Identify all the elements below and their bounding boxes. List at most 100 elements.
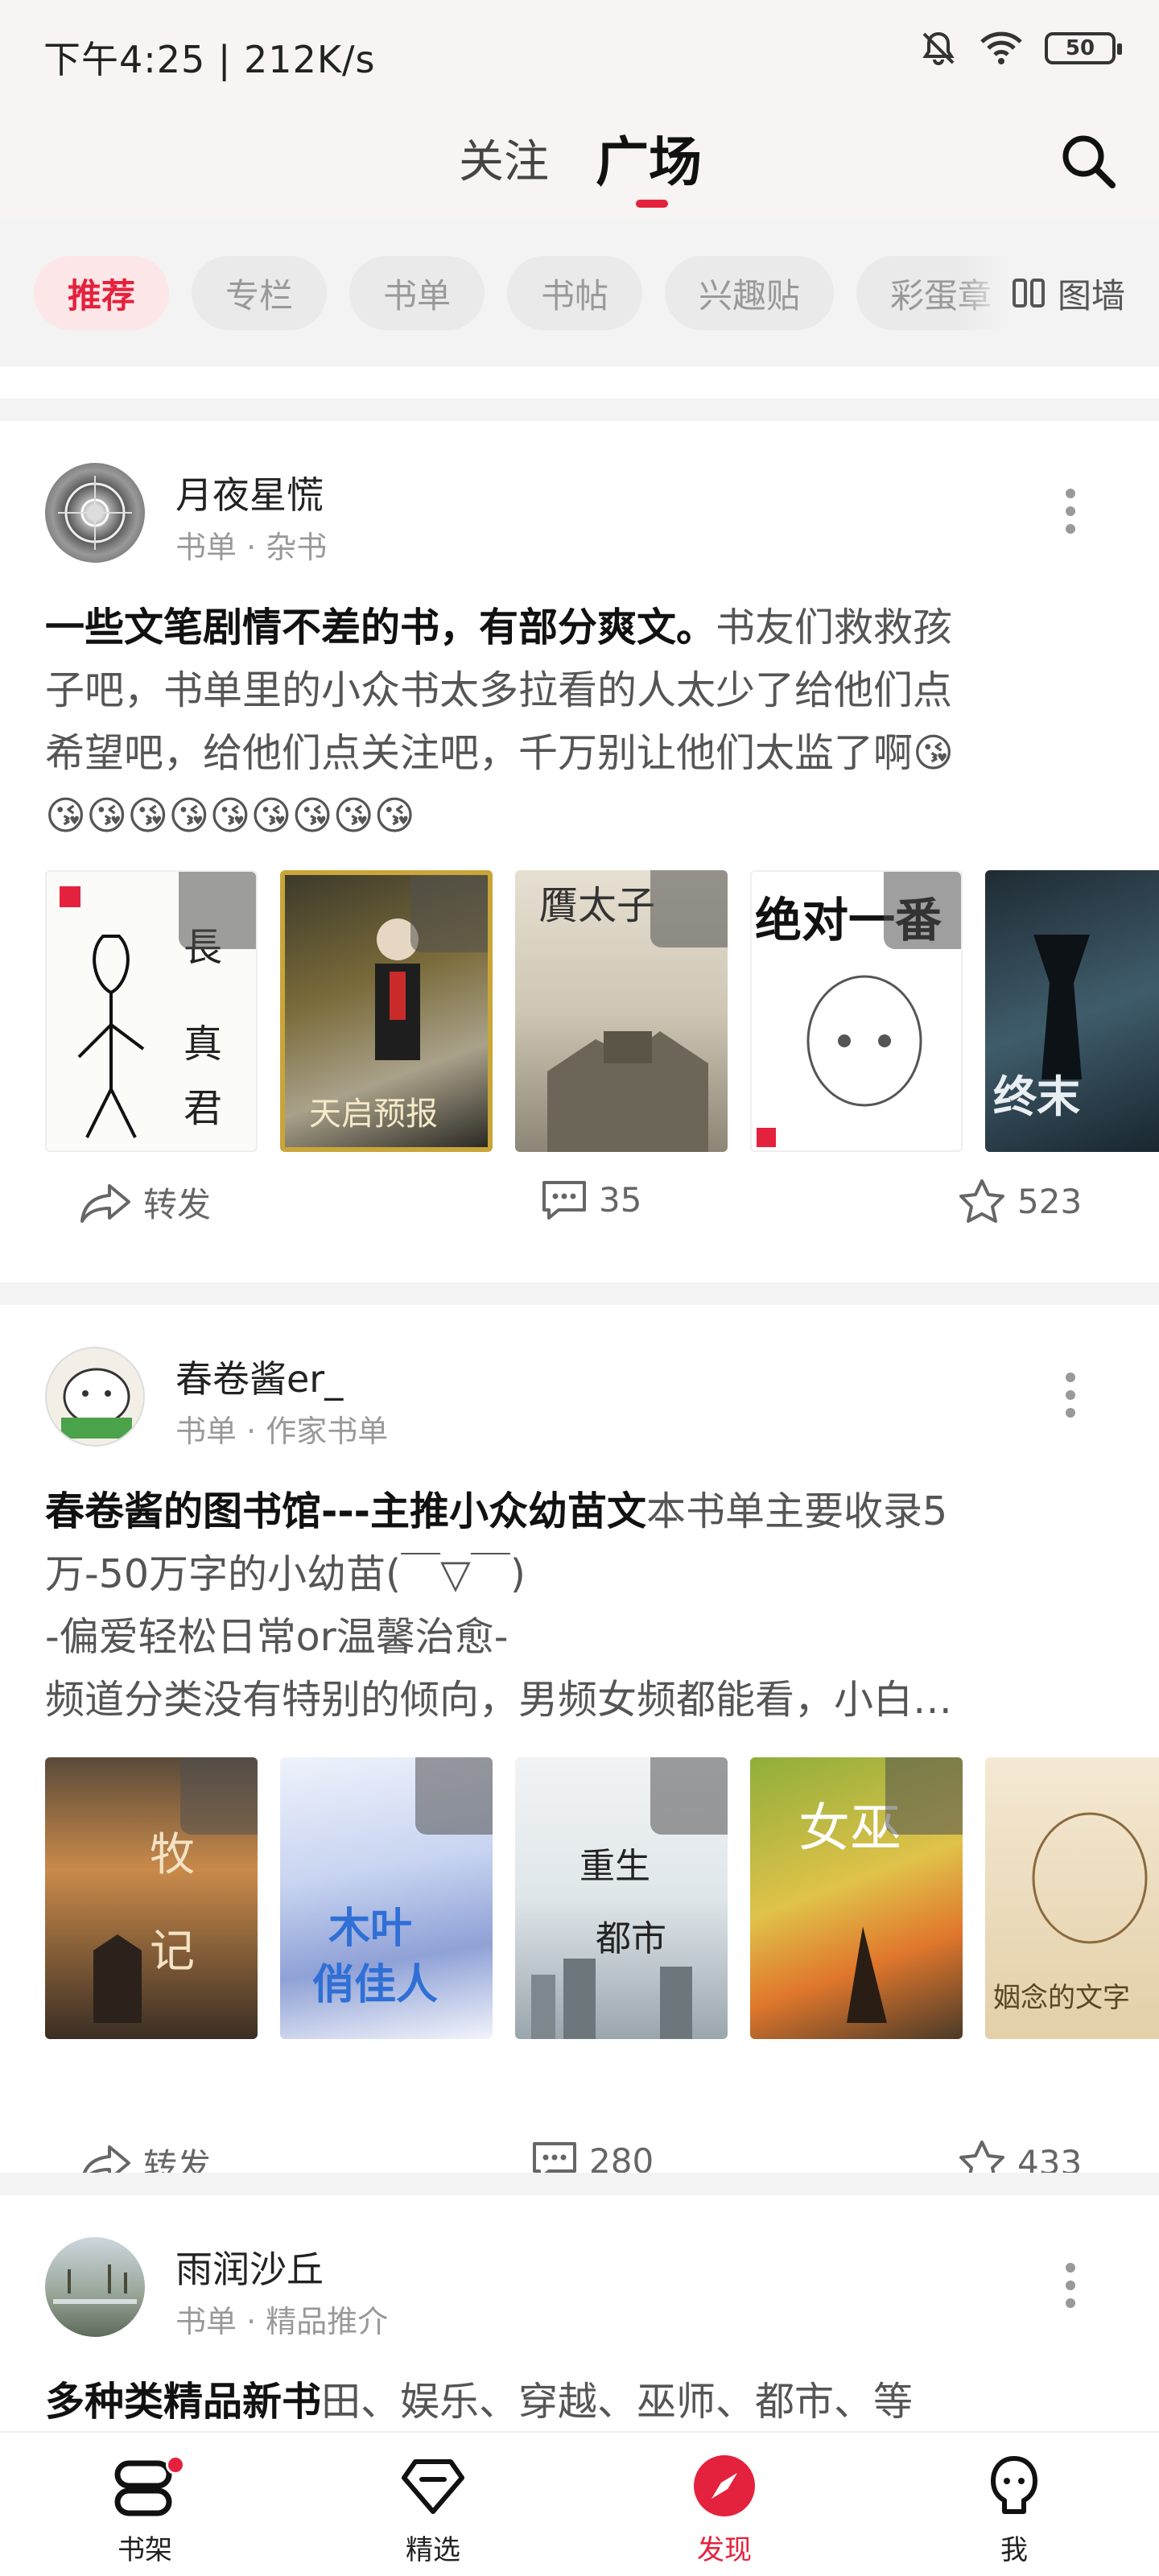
- grid-wall-icon: [1013, 279, 1045, 308]
- tab-follow[interactable]: 关注: [459, 126, 549, 191]
- post-body-line: 万-50万字的小幼苗(￣▽￣): [45, 1551, 526, 1597]
- bottom-nav-featured[interactable]: 精选: [377, 2452, 489, 2567]
- post-title: 多种类精品新书: [45, 2379, 322, 2425]
- bottom-nav-label: 精选: [406, 2534, 460, 2566]
- bottom-nav-label: 我: [1000, 2534, 1028, 2566]
- post-title: 一些文笔剧情不差的书，有部分爽文。: [45, 605, 716, 650]
- star-button[interactable]: 523: [958, 1178, 1082, 1224]
- bottom-nav-label: 发现: [697, 2534, 752, 2566]
- status-icons: 50: [919, 29, 1122, 68]
- comment-count: 35: [599, 1179, 642, 1220]
- battery-level: 50: [1065, 36, 1095, 60]
- divider: [0, 398, 1159, 421]
- post-card[interactable]: 月夜星慌 书单 · 杂书 一些文笔剧情不差的书，有部分爽文。书友们救救孩 子吧，…: [0, 421, 1159, 1282]
- mute-bell-icon: [922, 31, 955, 65]
- bottom-nav-label: 书架: [118, 2534, 172, 2566]
- post-body-line: 希望吧，给他们点关注吧，千万别让他们太监了啊😘: [45, 730, 955, 776]
- svg-text:木叶: 木叶: [328, 1905, 412, 1953]
- svg-text:君: 君: [184, 1086, 222, 1131]
- more-options-icon[interactable]: [1064, 2261, 1077, 2310]
- share-label: 转发: [143, 1185, 212, 1224]
- svg-text:天启预报: 天启预报: [309, 1096, 438, 1133]
- username[interactable]: 月夜星慌: [175, 466, 324, 519]
- book-cover[interactable]: 绝对一番: [750, 870, 963, 1152]
- add-to-shelf-icon[interactable]: [179, 872, 256, 949]
- book-cover[interactable]: 姻念的文字: [985, 1757, 1159, 2039]
- svg-text:牧: 牧: [150, 1829, 195, 1881]
- top-nav: 关注 广场: [0, 97, 1159, 217]
- star-count: 523: [1017, 1181, 1083, 1221]
- book-cover[interactable]: 女巫: [750, 1757, 963, 2039]
- svg-text:真: 真: [184, 1022, 222, 1067]
- compass-icon: [694, 2455, 755, 2516]
- add-to-shelf-icon[interactable]: [650, 870, 728, 947]
- book-cover[interactable]: 终末: [985, 870, 1159, 1152]
- book-cover[interactable]: 牧记: [45, 1757, 258, 2039]
- svg-text:都市: 都市: [596, 1918, 666, 1959]
- add-to-shelf-icon[interactable]: [650, 1757, 728, 1835]
- chip-recommend[interactable]: 推荐: [34, 256, 169, 330]
- diamond-icon: [402, 2459, 464, 2514]
- search-icon[interactable]: [1056, 129, 1120, 193]
- bottom-nav-me[interactable]: 我: [958, 2452, 1070, 2567]
- book-cover[interactable]: 重生 都市: [515, 1757, 728, 2039]
- status-time: 下午4:25 | 212K/s: [43, 38, 376, 81]
- post-body-line: -偏爱轻松日常or温馨治愈-: [45, 1614, 509, 1660]
- chip-fade: [958, 242, 1006, 346]
- divider: [0, 2173, 1159, 2195]
- more-options-icon[interactable]: [1064, 1371, 1077, 1419]
- chip-interest[interactable]: 兴趣贴: [665, 256, 834, 330]
- bottom-nav-bookshelf[interactable]: 书架: [89, 2452, 201, 2567]
- more-options-icon[interactable]: [1064, 487, 1077, 535]
- chip-booklist[interactable]: 书单: [349, 256, 485, 330]
- add-to-shelf-icon[interactable]: [410, 875, 488, 952]
- chip-bookpost[interactable]: 书帖: [507, 256, 642, 330]
- add-to-shelf-icon[interactable]: [884, 872, 961, 949]
- book-cover[interactable]: 木叶俏佳人: [280, 1757, 493, 2039]
- tab-plaza[interactable]: 广场: [596, 119, 702, 196]
- post-meta: 书单 · 作家书单: [175, 1414, 389, 1449]
- image-wall-label: 图墙: [1058, 275, 1126, 316]
- avatar[interactable]: [45, 2237, 145, 2337]
- post-meta: 书单 · 杂书: [175, 530, 328, 565]
- book-cover-row: 長真君 天启预报 贋太子 绝对一番 终末: [45, 870, 1159, 1152]
- book-cover[interactable]: 贋太子: [515, 870, 728, 1152]
- image-wall-button[interactable]: 图墙: [1006, 256, 1126, 330]
- book-cover[interactable]: 長真君: [45, 870, 258, 1152]
- svg-text:终末: 终末: [993, 1071, 1080, 1122]
- post-content[interactable]: 一些文笔剧情不差的书，有部分爽文。书友们救救孩 子吧，书单里的小众书太多拉看的人…: [45, 597, 1091, 848]
- add-to-shelf-icon[interactable]: [885, 1757, 963, 1835]
- post-title: 春卷酱的图书馆---主推小众幼苗文: [45, 1488, 647, 1534]
- avatar[interactable]: [45, 1347, 145, 1447]
- bottom-nav: 书架 精选 发现 我: [0, 2431, 1159, 2576]
- chip-column[interactable]: 专栏: [192, 256, 327, 330]
- username[interactable]: 雨润沙丘: [175, 2240, 324, 2293]
- share-icon: [80, 1183, 130, 1223]
- book-cover[interactable]: 天启预报: [280, 870, 493, 1152]
- post-body-line: 频道分类没有特别的倾向，男频女频都能看，小白…: [45, 1677, 953, 1723]
- comment-icon: [542, 1181, 586, 1220]
- post-body-line: 田、娱乐、穿越、巫师、都市、等: [321, 2379, 914, 2425]
- avatar[interactable]: [45, 463, 145, 563]
- post-body-line: 😘😘😘😘😘😘😘😘😘: [45, 793, 415, 839]
- add-to-shelf-icon[interactable]: [415, 1757, 493, 1835]
- add-to-shelf-icon[interactable]: [180, 1757, 258, 1835]
- post-content[interactable]: 春卷酱的图书馆---主推小众幼苗文本书单主要收录5 万-50万字的小幼苗(￣▽￣…: [45, 1480, 1091, 1732]
- username[interactable]: 春卷酱er_: [175, 1350, 343, 1403]
- post-card[interactable]: 雨润沙丘 书单 · 精品推介 多种类精品新书田、娱乐、穿越、巫师、都市、等: [0, 2195, 1159, 2431]
- star-icon: [959, 1179, 1004, 1223]
- status-bar: 下午4:25 | 212K/s 50: [0, 0, 1159, 97]
- category-chip-bar: 推荐 专栏 书单 书帖 兴趣贴 彩蛋章 图墙: [0, 217, 1159, 366]
- bottom-nav-discover[interactable]: 发现: [668, 2452, 781, 2567]
- comment-button[interactable]: 35: [541, 1178, 641, 1221]
- post-card[interactable]: 春卷酱er_ 书单 · 作家书单 春卷酱的图书馆---主推小众幼苗文本书单主要收…: [0, 1305, 1159, 2186]
- share-button[interactable]: 转发: [79, 1178, 211, 1227]
- post-content[interactable]: 多种类精品新书田、娱乐、穿越、巫师、都市、等: [45, 2371, 1091, 2431]
- wifi-icon: [980, 31, 1022, 64]
- notification-dot: [166, 2455, 185, 2475]
- svg-text:俏佳人: 俏佳人: [312, 1961, 438, 2009]
- profile-icon: [991, 2456, 1037, 2514]
- svg-text:姻念的文字: 姻念的文字: [993, 1982, 1130, 2014]
- battery-icon: 50: [1045, 32, 1122, 64]
- divider: [0, 1282, 1159, 1305]
